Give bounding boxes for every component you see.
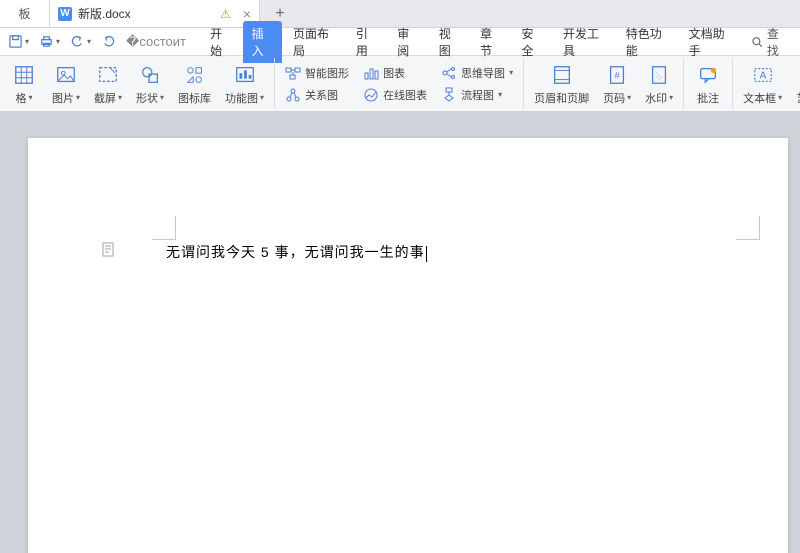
margin-mark-icon (152, 216, 176, 240)
ribbon-label: 页眉和页脚 (534, 90, 589, 106)
menu-tab-start[interactable]: 开始 (201, 21, 240, 63)
ribbon-wordart-button[interactable]: A 艺术字▾ (792, 60, 800, 108)
ribbon-label: 在线图表 (383, 87, 427, 103)
ribbon-comment-button[interactable]: 批注 (690, 60, 726, 108)
comment-icon (695, 62, 721, 88)
svg-text:A: A (759, 70, 766, 81)
ribbon-label: 页码 (603, 90, 625, 106)
text-cursor (426, 246, 427, 262)
search-icon (751, 35, 763, 49)
menu-tab-insert[interactable]: 插入 (243, 21, 282, 63)
menu-tab-security[interactable]: 安全 (513, 21, 552, 63)
ribbon-mindmap-button[interactable]: 思维导图▾ (437, 63, 517, 83)
customize-button[interactable]: �состоит (122, 32, 190, 52)
search-label: 查找 (767, 25, 788, 59)
menu-row: ▾ ▾ ▾ �состоит 开始 插入 页面布局 引用 审阅 视图 章节 安全… (0, 28, 800, 56)
picture-icon (53, 62, 79, 88)
paragraph-handle-icon[interactable] (102, 242, 116, 258)
menu-tab-dochelp[interactable]: 文档助手 (680, 21, 741, 63)
ribbon-group-text: A 文本框▾ A 艺术字▾ Ω 符号▾ π 公式 (733, 58, 800, 109)
ribbon-screenshot-button[interactable]: 截屏▾ (90, 60, 126, 108)
tab-close-button[interactable]: × (243, 6, 251, 22)
relationship-icon (285, 87, 301, 103)
menu-tab-review[interactable]: 审阅 (388, 21, 427, 63)
document-text[interactable]: 无谓问我今天 5 事，无谓问我一生的事 (166, 242, 427, 262)
ribbon-relationship-button[interactable]: 关系图 (281, 85, 353, 105)
svg-text:#: # (615, 70, 621, 80)
ribbon: 格▾ 图片▾ 截屏▾ 形状▾ 图标库 功能图▾ 智能图形 (0, 56, 800, 112)
ribbon-group-illustrations: 格▾ 图片▾ 截屏▾ 形状▾ 图标库 功能图▾ (0, 58, 275, 109)
menu-tab-references[interactable]: 引用 (347, 21, 386, 63)
onlinechart-icon (363, 87, 379, 103)
ribbon-chart-button[interactable]: 图表 (359, 63, 431, 83)
ribbon-shapes-button[interactable]: 形状▾ (132, 60, 168, 108)
ribbon-label: 图标库 (178, 90, 211, 106)
warning-icon: ⚠ (220, 7, 231, 21)
margin-mark-icon (736, 216, 760, 240)
save-button[interactable]: ▾ (4, 32, 33, 51)
ribbon-group-diagrams: 智能图形 关系图 图表 在线图表 思维导图▾ 流程 (275, 58, 524, 109)
chevron-down-icon: ▾ (56, 37, 60, 46)
ribbon-iconlib-button[interactable]: 图标库 (174, 60, 215, 108)
ribbon-table-button[interactable]: 格▾ (6, 60, 42, 108)
smartart-icon (285, 65, 301, 81)
ribbon-pagenumber-button[interactable]: # 页码▾ (599, 60, 635, 108)
menu-tab-section[interactable]: 章节 (471, 21, 510, 63)
ribbon-label: 批注 (697, 90, 719, 106)
ribbon-label: 功能图 (225, 90, 258, 106)
textbox-icon: A (750, 62, 776, 88)
text-content: 无谓问我今天 5 事，无谓问我一生的事 (166, 244, 425, 260)
ribbon-headerfooter-button[interactable]: 页眉和页脚 (530, 60, 593, 108)
ribbon-picture-button[interactable]: 图片▾ (48, 60, 84, 108)
ribbon-textbox-button[interactable]: A 文本框▾ (739, 60, 786, 108)
menu-tab-special[interactable]: 特色功能 (617, 21, 678, 63)
ribbon-group-header: 页眉和页脚 # 页码▾ 水印▾ (524, 58, 684, 109)
menu-tab-pagelayout[interactable]: 页面布局 (284, 21, 345, 63)
ribbon-label: 思维导图 (461, 65, 505, 81)
chevron-down-icon: ▾ (87, 37, 91, 46)
ribbon-label: 流程图 (461, 87, 494, 103)
ribbon-onlinechart-button[interactable]: 在线图表 (359, 85, 431, 105)
word-file-icon: W (58, 7, 72, 21)
funcdiagram-icon (232, 62, 258, 88)
redo-button[interactable] (97, 32, 120, 51)
ribbon-flowchart-button[interactable]: 流程图▾ (437, 85, 517, 105)
ribbon-group-comments: 批注 (684, 58, 733, 109)
ribbon-funcdiagram-button[interactable]: 功能图▾ (221, 60, 268, 108)
ribbon-label: 形状 (136, 90, 158, 106)
ribbon-label: 图片 (52, 90, 74, 106)
ribbon-watermark-button[interactable]: 水印▾ (641, 60, 677, 108)
ribbon-label: 智能图形 (305, 65, 349, 81)
ribbon-label: 截屏 (94, 90, 116, 106)
ribbon-label: 文本框 (743, 90, 776, 106)
table-icon (11, 62, 37, 88)
headerfooter-icon (549, 62, 575, 88)
screenshot-icon (95, 62, 121, 88)
tab-first[interactable]: 板 (0, 0, 50, 27)
iconlib-icon (182, 62, 208, 88)
menu-tab-view[interactable]: 视图 (430, 21, 469, 63)
page[interactable]: 无谓问我今天 5 事，无谓问我一生的事 (28, 138, 788, 553)
search-button[interactable]: 查找 (743, 23, 796, 61)
flowchart-icon (441, 87, 457, 103)
chart-icon (363, 65, 379, 81)
ribbon-label: 艺术字 (796, 90, 800, 106)
watermark-icon (646, 62, 672, 88)
document-area: 无谓问我今天 5 事，无谓问我一生的事 (0, 112, 800, 553)
ribbon-label: 图表 (383, 65, 405, 81)
mindmap-icon (441, 65, 457, 81)
ribbon-smartart-button[interactable]: 智能图形 (281, 63, 353, 83)
chevron-down-icon: ▾ (25, 37, 29, 46)
menu-tab-developer[interactable]: 开发工具 (554, 21, 615, 63)
print-button[interactable]: ▾ (35, 32, 64, 51)
document-title: 新版.docx (78, 5, 214, 22)
undo-button[interactable]: ▾ (66, 32, 95, 51)
pagenumber-icon: # (604, 62, 630, 88)
ribbon-label: 格 (15, 90, 26, 106)
ribbon-label: 水印 (645, 90, 667, 106)
ribbon-label: 关系图 (305, 87, 338, 103)
shapes-icon (137, 62, 163, 88)
